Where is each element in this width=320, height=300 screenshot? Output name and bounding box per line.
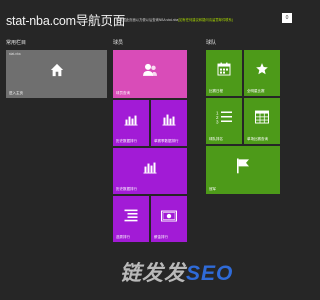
tile-champions-label: 冠军 xyxy=(209,187,216,191)
bar-chart-icon xyxy=(143,161,157,179)
tile-game-search[interactable]: 单场比赛查询 xyxy=(244,98,280,144)
ranking-icon: 1 2 3 xyxy=(216,110,232,129)
tile-history-ranking[interactable]: 历史数据排行 xyxy=(113,148,187,194)
tile-salary-ranking[interactable]: 薪金排行 xyxy=(151,196,187,242)
page-subtitle: 请收藏此页面以方便以后查询NBA stat-nba xyxy=(116,18,179,22)
tile-schedule[interactable]: 比赛日程 xyxy=(206,50,242,96)
tile-history-ranking-label: 历史数据排行 xyxy=(116,187,137,191)
tile-history-stats-label: 历史数据排行 xyxy=(116,139,137,143)
tile-all-star[interactable]: 全明星比赛 xyxy=(244,50,280,96)
contact-link[interactable]: (如有任何建议和疑问请留意邮件联系) xyxy=(178,17,233,22)
tile-game-search-label: 单场比赛查询 xyxy=(247,137,268,141)
bar-chart-icon xyxy=(162,113,176,131)
bar-chart-icon xyxy=(124,113,138,131)
tile-schedule-label: 比赛日程 xyxy=(209,89,223,93)
tile-draft-ranking-label: 选秀排行 xyxy=(116,235,130,239)
close-button[interactable]: 0 xyxy=(282,13,292,23)
watermark-text: 链发发 xyxy=(120,262,186,285)
section-title-players: 球员 xyxy=(113,40,124,46)
tile-history-stats[interactable]: 历史数据排行 xyxy=(113,100,149,146)
page-title: stat-nba.com导航页面 xyxy=(6,14,126,28)
tile-champions[interactable]: 冠军 xyxy=(206,146,280,194)
section-title-teams: 球队 xyxy=(206,40,217,46)
tile-home[interactable]: stat-nba 进入主页 xyxy=(6,50,107,98)
grid-icon xyxy=(255,110,269,129)
tile-salary-ranking-label: 薪金排行 xyxy=(154,235,168,239)
tile-all-star-label: 全明星比赛 xyxy=(247,89,265,93)
tile-home-corner: stat-nba xyxy=(9,52,21,56)
watermark-brand: SEO xyxy=(186,262,234,285)
svg-text:3: 3 xyxy=(216,119,219,124)
list-icon xyxy=(124,209,138,227)
star-icon xyxy=(255,62,269,81)
section-title-common: 常用栏目 xyxy=(6,40,27,46)
tile-home-label: 进入主页 xyxy=(9,91,23,95)
tile-season-stats-label: 单赛季数据排行 xyxy=(154,139,179,143)
tile-player-search[interactable]: 球员查询 xyxy=(113,50,187,98)
tile-team-ranking[interactable]: 1 2 3 球队排名 xyxy=(206,98,242,144)
flag-icon xyxy=(236,158,250,178)
tile-season-stats[interactable]: 单赛季数据排行 xyxy=(151,100,187,146)
tile-player-search-label: 球员查询 xyxy=(116,91,130,95)
watermark-logo: 链发发SEO xyxy=(120,257,233,287)
money-icon xyxy=(161,209,177,227)
tile-team-ranking-label: 球队排名 xyxy=(209,137,223,141)
people-icon xyxy=(142,62,158,83)
calendar-icon xyxy=(217,62,231,81)
home-icon xyxy=(50,63,64,82)
tile-draft-ranking[interactable]: 选秀排行 xyxy=(113,196,149,242)
